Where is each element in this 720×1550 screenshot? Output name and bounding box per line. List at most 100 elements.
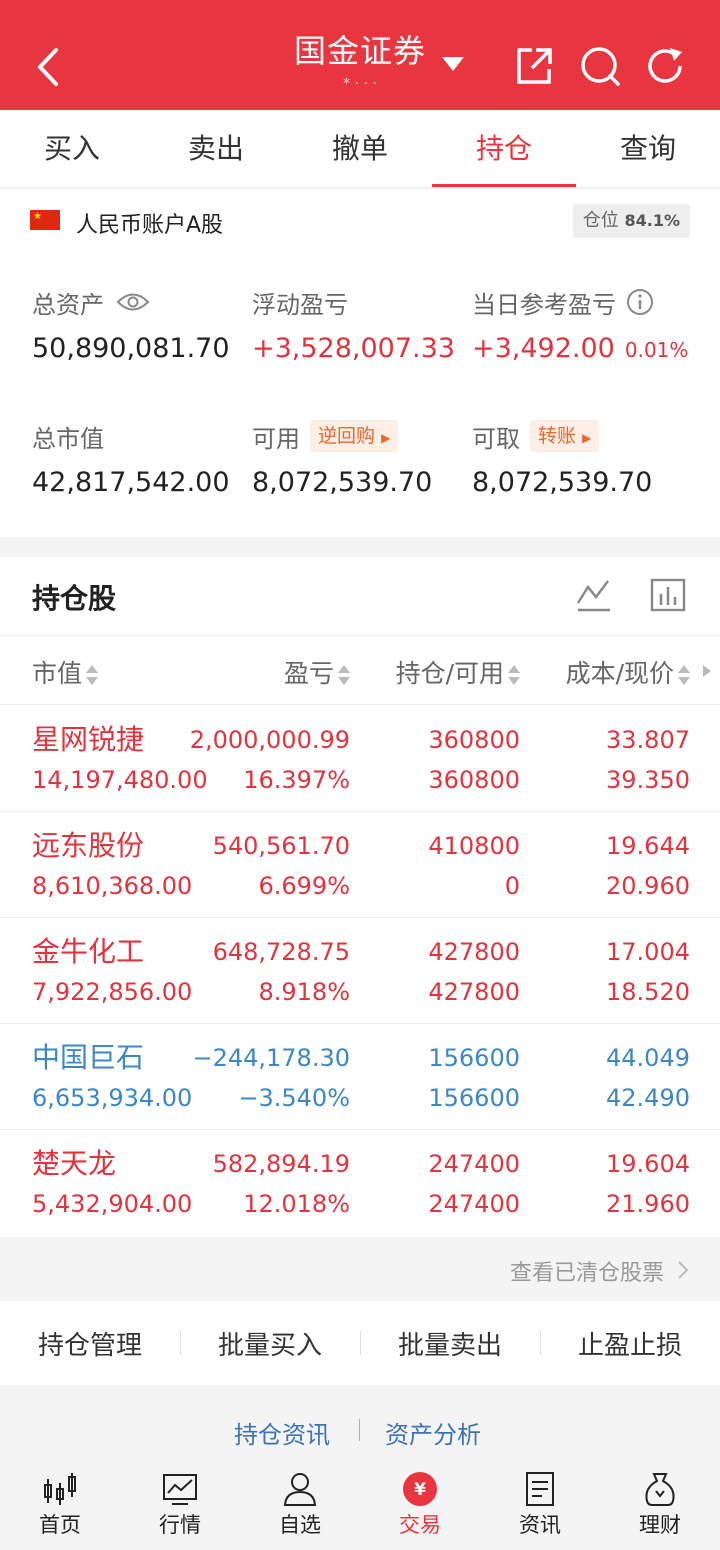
stock-pl-percent: 8.918% xyxy=(258,978,350,1006)
floating-pl-value: +3,528,007.33 xyxy=(252,333,455,364)
trend-chart-icon[interactable] xyxy=(576,577,612,613)
col-position-label: 持仓/可用 xyxy=(395,659,504,688)
stock-price: 20.960 xyxy=(606,872,690,900)
stock-pl: 540,561.70 xyxy=(212,832,350,860)
position-management-button[interactable]: 持仓管理 xyxy=(0,1325,180,1362)
withdrawable-value: 8,072,539.70 xyxy=(472,467,653,498)
available-value: 8,072,539.70 xyxy=(252,467,433,498)
transfer-chip[interactable]: 转账 ▶ xyxy=(530,420,600,452)
reverse-repo-chip[interactable]: 逆回购 ▶ xyxy=(310,420,399,452)
stock-market-value: 14,197,480.00 xyxy=(32,766,208,794)
table-row[interactable]: 中国巨石 6,653,934.00 −244,178.30 −3.540% 15… xyxy=(0,1024,720,1130)
link-divider xyxy=(359,1419,360,1441)
holdings-panel: 持仓股 市值 盈亏 持仓/可用 成本/现价 星网锐捷 14,197,480.00… xyxy=(0,557,720,1237)
daily-pl-percent: 0.01% xyxy=(624,338,689,362)
yuan-coin-icon: ¥ xyxy=(403,1472,437,1506)
search-icon[interactable] xyxy=(578,44,622,88)
sort-icon xyxy=(86,663,99,687)
nav-news-label: 资讯 xyxy=(519,1513,561,1537)
bar-chart-icon[interactable] xyxy=(650,577,686,613)
col-market-value[interactable]: 市值 xyxy=(32,654,99,690)
stock-pl: 648,728.75 xyxy=(212,938,350,966)
col-cost-price[interactable]: 成本/现价 xyxy=(566,654,690,690)
holding-news-link[interactable]: 持仓资讯 xyxy=(234,1415,330,1450)
trade-tabs: 买入 卖出 撤单 持仓 查询 xyxy=(0,110,720,188)
table-row[interactable]: 楚天龙 5,432,904.00 582,894.19 12.018% 2474… xyxy=(0,1130,720,1236)
nav-news[interactable]: 资讯 xyxy=(480,1465,600,1550)
total-assets-value: 50,890,081.70 xyxy=(32,333,230,364)
stock-name: 中国巨石 xyxy=(32,1041,145,1074)
nav-market[interactable]: 行情 xyxy=(120,1465,240,1550)
stock-name: 金牛化工 xyxy=(32,935,145,968)
market-value-block: 总市值 42,817,542.00 xyxy=(32,419,230,499)
scroll-right-icon[interactable] xyxy=(702,664,712,678)
stock-available: 360800 xyxy=(428,766,520,794)
stock-name: 远东股份 xyxy=(32,829,145,862)
position-value: 84.1% xyxy=(624,211,680,230)
app-header: 国金证券 * · · · xyxy=(0,0,720,110)
tab-holdings[interactable]: 持仓 xyxy=(432,110,576,187)
stock-market-value: 5,432,904.00 xyxy=(32,1190,193,1218)
available-block: 可用 逆回购 ▶ 8,072,539.70 xyxy=(252,419,432,498)
position-ratio-badge: 仓位 84.1% xyxy=(572,204,690,238)
total-assets-label: 总资产 xyxy=(32,290,104,319)
total-assets-block: 总资产 50,890,081.70 xyxy=(32,285,230,365)
nav-watchlist-label: 自选 xyxy=(279,1513,321,1537)
stock-market-value: 6,653,934.00 xyxy=(32,1084,193,1112)
stock-pl-percent: 12.018% xyxy=(243,1190,350,1218)
market-value-value: 42,817,542.00 xyxy=(32,467,230,498)
batch-buy-button[interactable]: 批量买入 xyxy=(180,1325,360,1362)
stock-pl: −244,178.30 xyxy=(192,1044,350,1072)
nav-home[interactable]: 首页 xyxy=(0,1465,120,1550)
table-row[interactable]: 星网锐捷 14,197,480.00 2,000,000.99 16.397% … xyxy=(0,706,720,812)
market-chart-icon xyxy=(163,1474,197,1505)
stock-available: 156600 xyxy=(428,1084,520,1112)
stock-cost: 33.807 xyxy=(606,726,690,754)
col-market-value-label: 市值 xyxy=(32,659,83,688)
table-row[interactable]: 金牛化工 7,922,856.00 648,728.75 8.918% 4278… xyxy=(0,918,720,1024)
col-pl[interactable]: 盈亏 xyxy=(284,654,350,690)
nav-market-label: 行情 xyxy=(159,1513,201,1537)
reverse-repo-label: 逆回购 xyxy=(318,425,376,447)
stock-price: 18.520 xyxy=(606,978,690,1006)
cleared-stocks-link[interactable]: 查看已清仓股票 xyxy=(0,1237,720,1301)
account-row[interactable]: 人民币账户A股 仓位 84.1% xyxy=(0,189,720,255)
stock-position: 410800 xyxy=(428,832,520,860)
sort-icon xyxy=(338,663,350,687)
bottom-nav: 首页 行情 自选 ¥ 交易 资讯 理财 xyxy=(0,1465,720,1550)
nav-watchlist[interactable]: 自选 xyxy=(240,1465,360,1550)
account-name: 人民币账户A股 xyxy=(76,213,224,238)
document-icon xyxy=(526,1472,554,1506)
batch-sell-button[interactable]: 批量卖出 xyxy=(360,1325,540,1362)
refresh-icon[interactable] xyxy=(644,44,688,88)
market-value-label: 总市值 xyxy=(32,424,104,453)
stock-pl-percent: 16.397% xyxy=(243,766,350,794)
dropdown-triangle-icon[interactable] xyxy=(440,54,466,74)
nav-trade[interactable]: ¥ 交易 xyxy=(360,1465,480,1550)
stop-profit-loss-button[interactable]: 止盈止损 xyxy=(540,1325,720,1362)
stock-market-value: 7,922,856.00 xyxy=(32,978,193,1006)
table-row[interactable]: 远东股份 8,610,368.00 540,561.70 6.699% 4108… xyxy=(0,812,720,918)
asset-analysis-link[interactable]: 资产分析 xyxy=(385,1415,481,1450)
stock-price: 42.490 xyxy=(606,1084,690,1112)
col-position[interactable]: 持仓/可用 xyxy=(396,654,520,690)
nav-wealth[interactable]: 理财 xyxy=(600,1465,720,1550)
stock-price: 21.960 xyxy=(606,1190,690,1218)
share-icon[interactable] xyxy=(512,44,556,88)
tab-buy[interactable]: 买入 xyxy=(0,110,144,187)
chip-arrow-icon: ▶ xyxy=(381,431,391,445)
tab-sell[interactable]: 卖出 xyxy=(144,110,288,187)
stock-name: 楚天龙 xyxy=(32,1147,117,1180)
china-flag-icon xyxy=(30,210,60,230)
stock-market-value: 8,610,368.00 xyxy=(32,872,193,900)
withdrawable-label: 可取 xyxy=(472,424,520,453)
available-label: 可用 xyxy=(252,424,300,453)
daily-pl-value: +3,492.00 xyxy=(472,333,615,364)
tab-cancel[interactable]: 撤单 xyxy=(288,110,432,187)
eye-icon[interactable] xyxy=(116,291,150,313)
info-icon[interactable] xyxy=(626,288,654,316)
chevron-right-icon xyxy=(678,1261,689,1279)
stock-available: 247400 xyxy=(428,1190,520,1218)
tab-query[interactable]: 查询 xyxy=(576,110,720,187)
stock-cost: 19.644 xyxy=(606,832,690,860)
